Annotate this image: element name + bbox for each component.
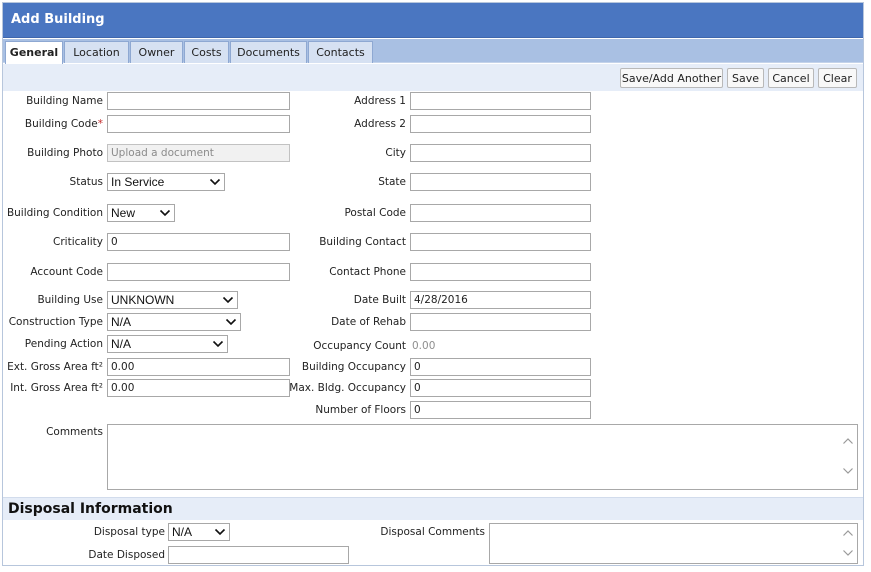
- tab-costs[interactable]: Costs: [184, 41, 229, 63]
- scroll-down-arrow-icon[interactable]: [842, 548, 854, 558]
- disposal-comments-label: Disposal Comments: [380, 526, 485, 538]
- number-of-floors-input[interactable]: 0: [410, 401, 591, 419]
- building-code-input[interactable]: [107, 115, 290, 133]
- dialog-title: Add Building: [3, 3, 863, 38]
- ext-gross-area-label: Ext. Gross Area ft²: [7, 361, 103, 373]
- building-use-select[interactable]: UNKNOWN: [107, 291, 238, 309]
- building-use-label: Building Use: [37, 294, 103, 306]
- building-code-label: Building Code*: [25, 115, 103, 133]
- scroll-up-arrow-icon[interactable]: [842, 436, 854, 446]
- address-1-label: Address 1: [354, 95, 406, 107]
- building-name-label: Building Name: [26, 95, 103, 107]
- address-1-input[interactable]: [410, 92, 591, 110]
- add-building-dialog: Add Building General Location Owner Cost…: [2, 2, 864, 566]
- required-marker: *: [97, 118, 103, 130]
- tab-location[interactable]: Location: [64, 41, 129, 63]
- building-condition-select[interactable]: New: [107, 204, 175, 222]
- building-occupancy-input[interactable]: 0: [410, 358, 591, 376]
- int-gross-area-input[interactable]: 0.00: [107, 379, 290, 397]
- address-2-input[interactable]: [410, 115, 591, 133]
- contact-phone-label: Contact Phone: [329, 266, 406, 278]
- building-name-input[interactable]: [107, 92, 290, 110]
- max-bldg-occupancy-input[interactable]: 0: [410, 379, 591, 397]
- ext-gross-area-input[interactable]: 0.00: [107, 358, 290, 376]
- building-contact-input[interactable]: [410, 233, 591, 251]
- status-label: Status: [69, 176, 103, 188]
- pending-action-label: Pending Action: [24, 338, 103, 350]
- pending-action-value: N/A: [111, 337, 132, 351]
- tab-contacts[interactable]: Contacts: [308, 41, 373, 63]
- action-toolbar: Save/Add Another Save Cancel Clear: [3, 64, 863, 91]
- clear-button[interactable]: Clear: [818, 68, 857, 88]
- scroll-up-arrow-icon[interactable]: [842, 528, 854, 538]
- building-occupancy-label: Building Occupancy: [301, 361, 406, 373]
- date-of-rehab-input[interactable]: [410, 313, 591, 331]
- postal-code-input[interactable]: [410, 204, 591, 222]
- chevron-down-icon: [159, 209, 171, 217]
- date-built-input[interactable]: 4/28/2016: [410, 291, 591, 309]
- date-of-rehab-label: Date of Rehab: [331, 316, 406, 328]
- criticality-input[interactable]: 0: [107, 233, 290, 251]
- building-condition-label: Building Condition: [6, 207, 103, 219]
- save-button[interactable]: Save: [727, 68, 764, 88]
- construction-type-label: Construction Type: [8, 316, 103, 328]
- disposal-type-label: Disposal type: [93, 526, 165, 538]
- chevron-down-icon: [212, 340, 224, 348]
- building-use-value: UNKNOWN: [111, 293, 175, 307]
- city-input[interactable]: [410, 144, 591, 162]
- state-input[interactable]: [410, 173, 591, 191]
- chevron-down-icon: [222, 296, 234, 304]
- tab-documents[interactable]: Documents: [230, 41, 307, 63]
- disposal-comments-textarea[interactable]: [489, 523, 858, 564]
- contact-phone-input[interactable]: [410, 263, 591, 281]
- comments-label: Comments: [46, 426, 103, 438]
- tab-owner[interactable]: Owner: [130, 41, 183, 63]
- status-value: In Service: [111, 175, 165, 189]
- address-2-label: Address 2: [354, 118, 406, 130]
- criticality-label: Criticality: [53, 236, 103, 248]
- save-add-another-button[interactable]: Save/Add Another: [620, 68, 723, 88]
- tab-strip: General Location Owner Costs Documents C…: [3, 39, 863, 64]
- building-condition-value: New: [111, 206, 136, 220]
- building-photo-label: Building Photo: [27, 147, 103, 159]
- disposal-section-heading: Disposal Information: [3, 497, 863, 520]
- building-contact-label: Building Contact: [319, 236, 406, 248]
- account-code-label: Account Code: [30, 266, 103, 278]
- chevron-down-icon: [209, 178, 221, 186]
- construction-type-select[interactable]: N/A: [107, 313, 241, 331]
- scroll-down-arrow-icon[interactable]: [842, 466, 854, 476]
- date-built-label: Date Built: [353, 294, 406, 306]
- max-bldg-occupancy-label: Max. Bldg. Occupancy: [289, 382, 406, 394]
- disposal-type-value: N/A: [172, 525, 193, 539]
- postal-code-label: Postal Code: [344, 207, 406, 219]
- date-disposed-label: Date Disposed: [88, 549, 165, 561]
- state-label: State: [378, 176, 406, 188]
- date-disposed-input[interactable]: [168, 546, 349, 564]
- chevron-down-icon: [214, 528, 226, 536]
- occupancy-count-value: 0.00: [412, 340, 436, 352]
- account-code-input[interactable]: [107, 263, 290, 281]
- int-gross-area-label: Int. Gross Area ft²: [10, 382, 103, 394]
- building-code-label-text: Building Code: [24, 118, 98, 130]
- tab-general[interactable]: General: [5, 41, 63, 64]
- building-photo-upload[interactable]: Upload a document: [107, 144, 290, 162]
- status-select[interactable]: In Service: [107, 173, 225, 191]
- construction-type-value: N/A: [111, 315, 132, 329]
- comments-textarea[interactable]: [107, 424, 858, 490]
- occupancy-count-label: Occupancy Count: [313, 340, 406, 352]
- city-label: City: [385, 147, 406, 159]
- pending-action-select[interactable]: N/A: [107, 335, 228, 353]
- cancel-button[interactable]: Cancel: [768, 68, 814, 88]
- number-of-floors-label: Number of Floors: [315, 404, 406, 416]
- disposal-type-select[interactable]: N/A: [168, 523, 230, 541]
- chevron-down-icon: [225, 318, 237, 326]
